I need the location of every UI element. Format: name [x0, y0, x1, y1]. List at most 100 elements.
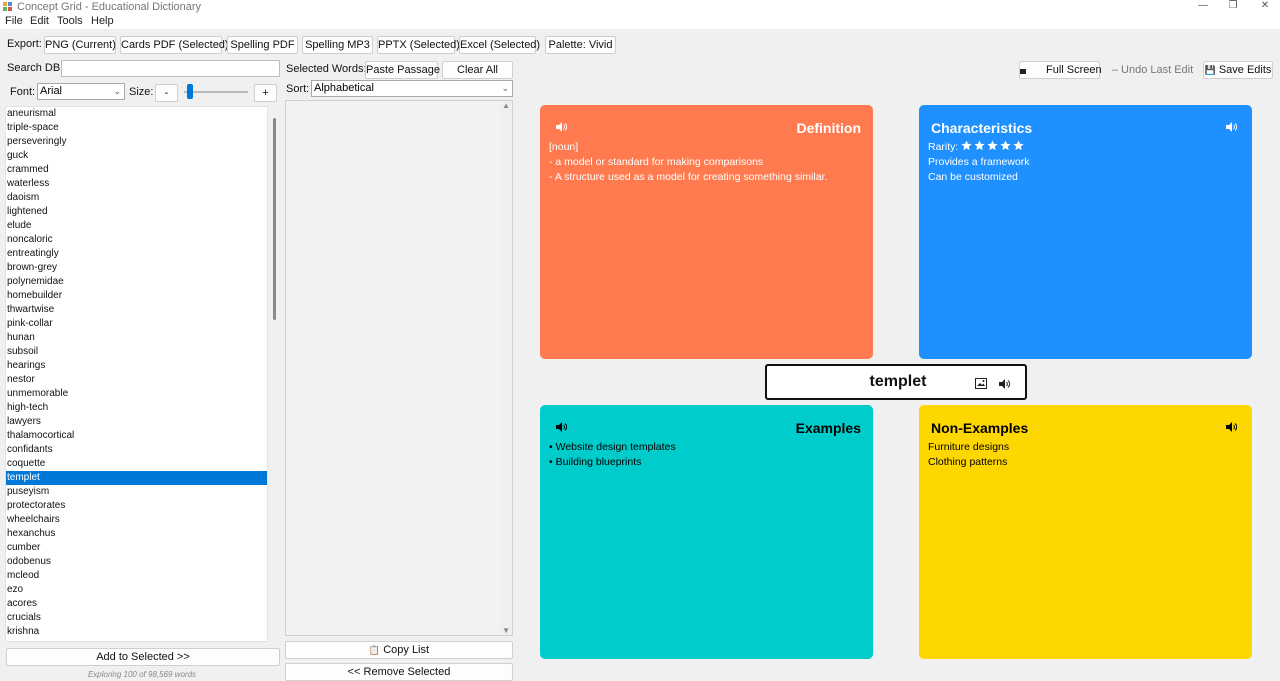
scroll-up-icon[interactable]: ▲: [502, 101, 510, 110]
menu-edit[interactable]: Edit: [30, 14, 49, 29]
word-list-item[interactable]: nestor: [6, 373, 267, 387]
word-list-item[interactable]: elude: [6, 219, 267, 233]
word-list-item[interactable]: templet: [6, 471, 267, 485]
non-example-line: Furniture designs: [928, 441, 1010, 453]
rarity-stars: [961, 140, 1026, 153]
word-list-item[interactable]: high-tech: [6, 401, 267, 415]
word-list-item[interactable]: thalamocortical: [6, 429, 267, 443]
minimize-icon[interactable]: —: [1188, 0, 1218, 14]
word-list-item[interactable]: krishna: [6, 625, 267, 639]
word-list-item[interactable]: homebuilder: [6, 289, 267, 303]
speaker-icon[interactable]: [555, 421, 567, 433]
save-icon: 💾: [1204, 65, 1216, 75]
word-list-item[interactable]: thwartwise: [6, 303, 267, 317]
full-screen-button[interactable]: Full Screen: [1019, 61, 1102, 79]
word-list-item[interactable]: mcleod: [6, 569, 267, 583]
example-line: • Building blueprints: [549, 456, 642, 468]
size-slider-track[interactable]: [184, 91, 248, 93]
scroll-down-icon[interactable]: ▼: [502, 626, 510, 635]
size-increase-button[interactable]: +: [254, 84, 277, 102]
size-slider-thumb[interactable]: [187, 84, 193, 99]
selected-list-scrollbar[interactable]: [500, 101, 512, 635]
font-select[interactable]: Arial ⌄: [37, 83, 125, 100]
non-examples-card[interactable]: Non-Examples Furniture designs Clothing …: [919, 405, 1252, 659]
menu-tools[interactable]: Tools: [57, 14, 83, 29]
word-list-item[interactable]: brown-grey: [6, 261, 267, 275]
menu-file[interactable]: File: [5, 14, 23, 29]
word-list-item[interactable]: subsoil: [6, 345, 267, 359]
word-list-item[interactable]: coquette: [6, 457, 267, 471]
size-decrease-button[interactable]: -: [155, 84, 178, 102]
word-list-item[interactable]: cumber: [6, 541, 267, 555]
center-word: templet: [869, 373, 927, 390]
definition-card[interactable]: Definition [noun] - a model or standard …: [540, 105, 873, 359]
word-list-item[interactable]: crammed: [6, 163, 267, 177]
word-list-item[interactable]: hunan: [6, 331, 267, 345]
word-list-item[interactable]: waterless: [6, 177, 267, 191]
star-icon: [961, 140, 972, 151]
copy-list-label: Copy List: [383, 644, 430, 656]
word-list-item[interactable]: wheelchairs: [6, 513, 267, 527]
definition-line: - a model or standard for making compari…: [549, 156, 764, 168]
word-list-item[interactable]: lightened: [6, 205, 267, 219]
word-list-item[interactable]: entreatingly: [6, 247, 267, 261]
word-list-item[interactable]: triple-space: [6, 121, 267, 135]
paste-passage-button[interactable]: Paste Passage: [365, 61, 440, 79]
undo-button[interactable]: – Undo Last Edit: [1108, 61, 1197, 79]
characteristics-card[interactable]: Characteristics Rarity: Provides a frame…: [919, 105, 1252, 359]
word-list-item[interactable]: noncaloric: [6, 233, 267, 247]
sort-select[interactable]: Alphabetical ⌄: [311, 80, 513, 97]
add-to-selected-button[interactable]: Add to Selected >>: [6, 648, 280, 666]
word-list-item[interactable]: lawyers: [6, 415, 267, 429]
export-excel-button[interactable]: Excel (Selected): [459, 36, 540, 54]
sort-label: Sort:: [286, 83, 310, 95]
copy-list-button[interactable]: 📋 Copy List: [285, 641, 513, 659]
examples-card[interactable]: Examples • Website design templates • Bu…: [540, 405, 873, 659]
speaker-icon[interactable]: [1225, 421, 1237, 433]
speaker-icon[interactable]: [1225, 121, 1237, 133]
font-label: Font:: [10, 86, 36, 98]
characteristic-line: Can be customized: [928, 171, 1018, 183]
maximize-icon[interactable]: ❐: [1218, 0, 1248, 14]
word-list[interactable]: aneurismal triple-space perseveringly guck c…: [5, 106, 268, 642]
word-list-item[interactable]: pink-collar: [6, 317, 267, 331]
word-list-item[interactable]: hearings: [6, 359, 267, 373]
speaker-icon[interactable]: [555, 121, 567, 133]
title-bar: Concept Grid - Educational Dictionary — …: [0, 0, 1280, 14]
close-icon[interactable]: ✕: [1250, 0, 1280, 14]
word-list-item[interactable]: ezo: [6, 583, 267, 597]
menu-help[interactable]: Help: [91, 14, 114, 29]
selected-words-list[interactable]: ▲ ▼: [285, 100, 513, 636]
save-edits-button[interactable]: 💾 Save Edits: [1203, 61, 1273, 79]
clear-all-button[interactable]: Clear All: [442, 61, 513, 79]
export-png-button[interactable]: PNG (Current): [44, 36, 116, 54]
word-list-item[interactable]: guck: [6, 149, 267, 163]
word-list-item[interactable]: puseyism: [6, 485, 267, 499]
export-spelling-mp3-button[interactable]: Spelling MP3: [302, 36, 373, 54]
speaker-icon[interactable]: [998, 378, 1010, 390]
word-list-item[interactable]: protectorates: [6, 499, 267, 513]
chevron-down-icon: ⌄: [501, 83, 509, 93]
word-list-item[interactable]: crucials: [6, 611, 267, 625]
word-list-item[interactable]: acores: [6, 597, 267, 611]
characteristics-title: Characteristics: [931, 120, 1033, 136]
word-list-item[interactable]: hexanchus: [6, 527, 267, 541]
remove-selected-button[interactable]: << Remove Selected: [285, 663, 513, 681]
word-list-item[interactable]: daoism: [6, 191, 267, 205]
word-list-item[interactable]: polynemidae: [6, 275, 267, 289]
save-edits-label: Save Edits: [1218, 64, 1272, 76]
word-list-item[interactable]: odobenus: [6, 555, 267, 569]
word-list-item[interactable]: confidants: [6, 443, 267, 457]
export-spelling-pdf-button[interactable]: Spelling PDF: [227, 36, 298, 54]
image-icon[interactable]: [975, 378, 987, 389]
word-list-item[interactable]: perseveringly: [6, 135, 267, 149]
palette-button[interactable]: Palette: Vivid: [545, 36, 616, 54]
search-label: Search DB:: [7, 62, 64, 74]
center-word-box[interactable]: templet: [765, 364, 1027, 400]
word-list-scrollbar[interactable]: [273, 118, 276, 320]
word-list-item[interactable]: aneurismal: [6, 107, 267, 121]
word-list-item[interactable]: unmemorable: [6, 387, 267, 401]
export-cards-pdf-button[interactable]: Cards PDF (Selected): [120, 36, 229, 54]
export-pptx-button[interactable]: PPTX (Selected): [377, 36, 460, 54]
search-input[interactable]: [61, 60, 280, 77]
